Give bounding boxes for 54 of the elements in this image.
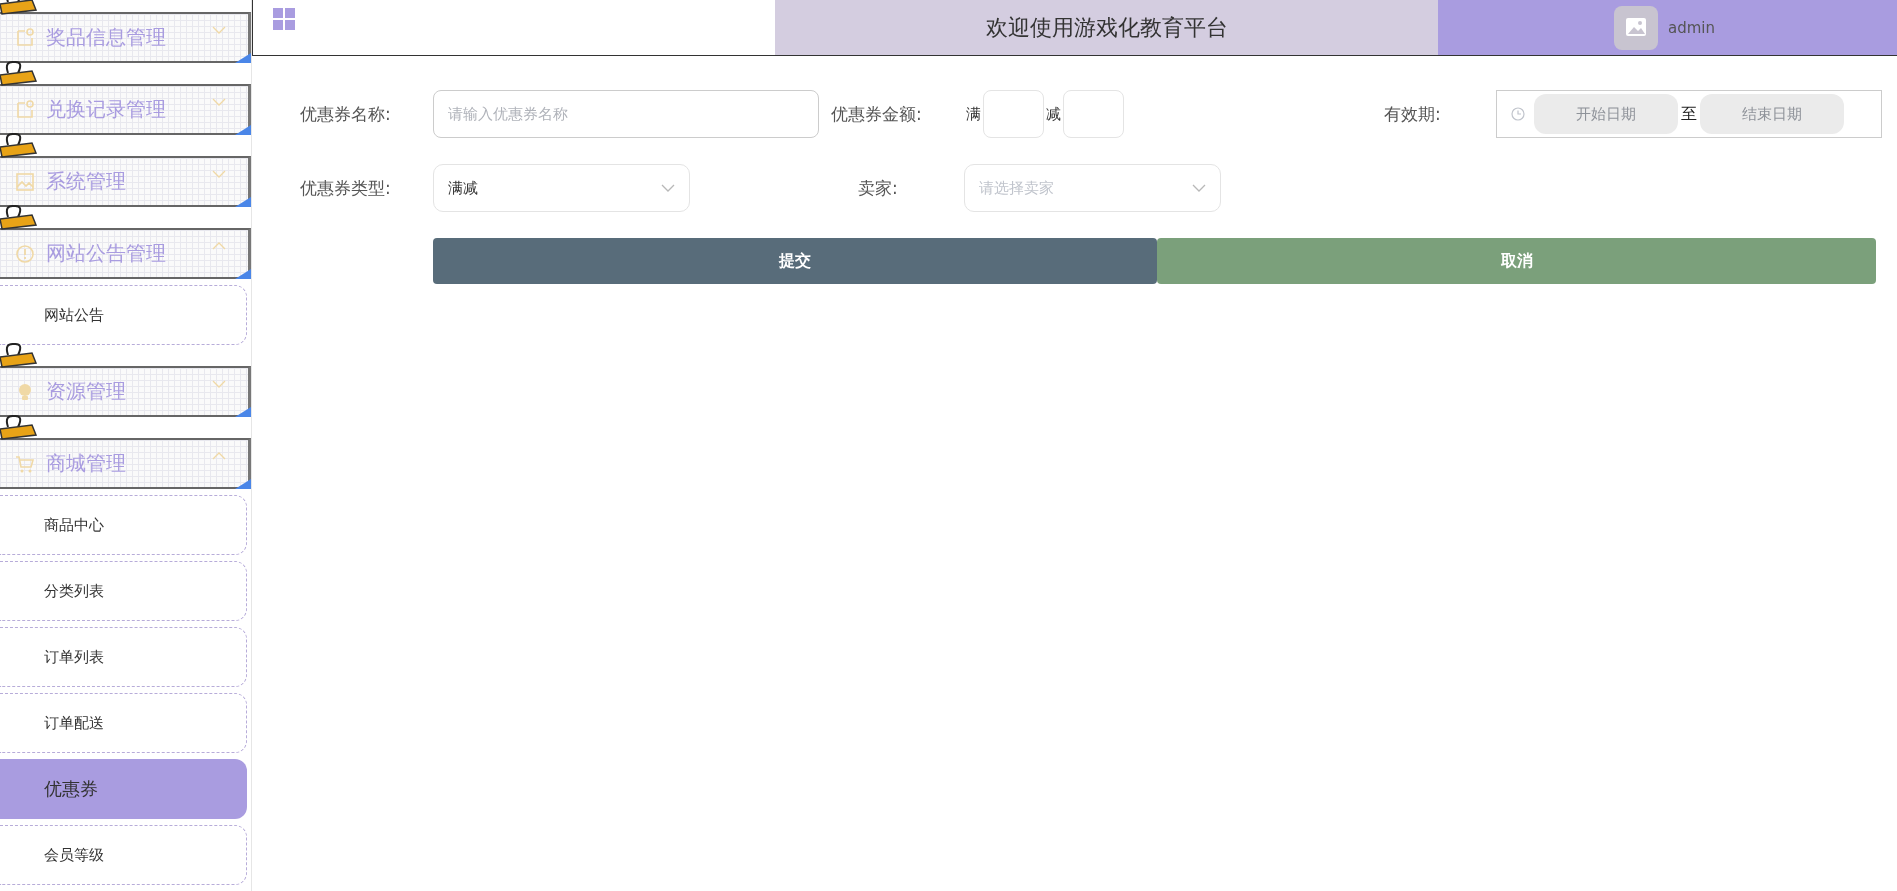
separator-text: 至 (1681, 103, 1697, 125)
binder-clip-icon (0, 413, 38, 441)
folded-corner-icon (235, 407, 251, 417)
prefix-text: 满 (966, 104, 981, 124)
field-label: 卖家: (858, 176, 899, 200)
select-placeholder: 请选择卖家 (979, 178, 1054, 198)
username[interactable]: admin (1668, 18, 1715, 37)
cancel-button[interactable]: 取消 (1157, 238, 1876, 284)
submenu-item[interactable]: 商品中心 (0, 495, 247, 555)
folded-corner-icon (235, 479, 251, 489)
submenu-item[interactable]: 优惠券 (0, 759, 247, 819)
binder-clip-icon (0, 131, 38, 159)
submenu-item[interactable]: 订单配送 (0, 693, 247, 753)
submenu-item[interactable]: 网站公告 (0, 285, 247, 345)
folded-corner-icon (235, 125, 251, 135)
name-input[interactable]: 请输入优惠券名称 (433, 90, 819, 138)
avatar-image-icon (1614, 5, 1658, 50)
select-value: 满减 (448, 178, 478, 198)
document-icon (14, 98, 36, 121)
submenu-item[interactable]: 会员等级 (0, 825, 247, 885)
clock-icon (1511, 107, 1525, 121)
menu-title: 商城管理 (46, 450, 126, 477)
folded-corner-icon (235, 197, 251, 207)
folded-corner-icon (235, 269, 251, 279)
image-icon (14, 170, 36, 193)
submenu-item[interactable]: 订单列表 (0, 627, 247, 687)
type-select[interactable]: 满减 (433, 164, 690, 212)
amount-input[interactable] (1063, 90, 1124, 138)
menu-title: 系统管理 (46, 168, 126, 195)
amount-input[interactable] (983, 90, 1044, 138)
submenu-item[interactable]: 分类列表 (0, 561, 247, 621)
binder-clip-icon (0, 341, 38, 369)
binder-clip-icon (0, 203, 38, 231)
binder-clip-icon (0, 59, 38, 87)
menu-title: 网站公告管理 (46, 240, 166, 267)
end-date-input[interactable]: 结束日期 (1700, 94, 1844, 134)
menu-title: 奖品信息管理 (46, 24, 166, 51)
menu-title: 兑换记录管理 (46, 96, 166, 123)
folded-corner-icon (235, 53, 251, 63)
document-icon (14, 26, 36, 49)
date-range-field[interactable]: 开始日期 至 结束日期 (1496, 90, 1882, 138)
field-label: 优惠券类型: (300, 176, 392, 200)
start-date-input[interactable]: 开始日期 (1534, 94, 1678, 134)
menu-title: 资源管理 (46, 378, 126, 405)
chevron-down-icon (1192, 184, 1206, 192)
field-label: 优惠券名称: (300, 102, 392, 126)
chevron-down-icon (661, 184, 675, 192)
field-label: 优惠券金额: (831, 102, 923, 126)
submit-button[interactable]: 提交 (433, 238, 1157, 284)
warning-icon (14, 242, 36, 265)
field-label: 有效期: (1384, 102, 1442, 126)
prefix-text: 减 (1046, 104, 1061, 124)
grid-menu-icon (273, 8, 295, 30)
page-title: 欢迎使用游戏化教育平台 (985, 13, 1228, 42)
